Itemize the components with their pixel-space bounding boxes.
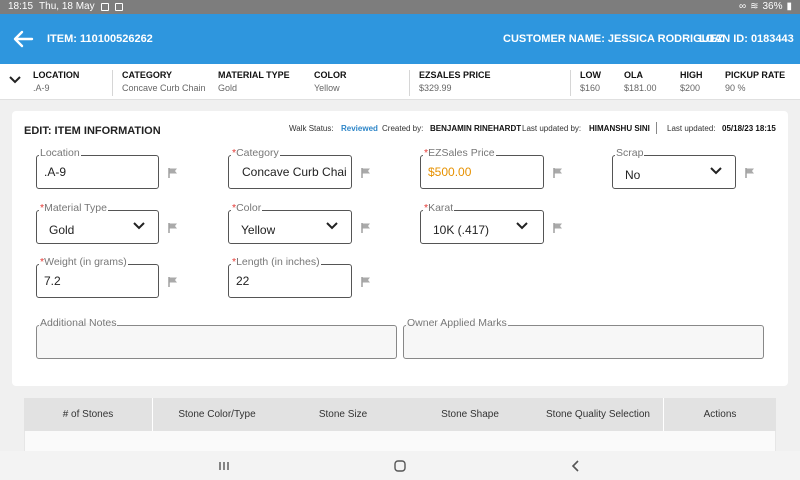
last-updated-label: Last updated: — [667, 124, 716, 133]
ezsales-price-field[interactable]: *EZSales Price $500.00 — [420, 147, 544, 189]
flag-icon[interactable] — [167, 222, 179, 234]
battery-icon: ▮ — [786, 1, 792, 12]
summary-material-type: MATERIAL TYPE Gold — [218, 70, 290, 93]
length-field[interactable]: *Length (in inches) 22 — [228, 256, 352, 298]
col-number-of-stones: # of Stones — [62, 409, 114, 420]
scrap-dropdown[interactable]: Scrap No — [612, 147, 736, 189]
flag-icon[interactable] — [360, 276, 372, 288]
created-by-label: Created by: — [382, 124, 424, 133]
customer-name: CUSTOMER NAME: JESSICA RODRIGUEZ — [503, 33, 724, 45]
card-title: EDIT: ITEM INFORMATION — [24, 125, 161, 137]
length-label: *Length (in inches) — [231, 256, 321, 268]
material-type-dropdown[interactable]: *Material Type Gold — [36, 202, 159, 244]
category-label: *Category — [231, 147, 280, 159]
updated-by-label: Last updated by: — [522, 124, 582, 133]
summary-location: LOCATION .A-9 — [33, 70, 80, 93]
chevron-down-icon — [710, 167, 722, 175]
ezsales-price-label: *EZSales Price — [423, 147, 496, 159]
status-date: Thu, 18 May — [39, 1, 95, 12]
category-value: Concave Curb Chai — [242, 165, 347, 179]
chevron-down-icon — [516, 222, 528, 230]
recent-apps-icon[interactable] — [216, 458, 232, 474]
location-label: Location — [39, 147, 81, 159]
color-label: *Color — [231, 202, 263, 214]
col-stone-quality: Stone Quality Selection — [546, 409, 650, 420]
karat-label: *Karat — [423, 202, 455, 214]
chevron-down-icon — [326, 222, 338, 230]
item-number: ITEM: 110100526262 — [47, 33, 153, 45]
flag-icon[interactable] — [360, 222, 372, 234]
walk-status-value: Reviewed — [341, 124, 378, 133]
color-dropdown[interactable]: *Color Yellow — [228, 202, 352, 244]
flag-icon[interactable] — [167, 276, 179, 288]
karat-dropdown[interactable]: *Karat 10K (.417) — [420, 202, 544, 244]
created-by-value: BENJAMIN RINEHARDT — [430, 124, 522, 133]
summary-ezsales-price: EZSALES PRICE $329.99 — [419, 70, 491, 93]
weight-label: *Weight (in grams) — [39, 256, 128, 268]
flag-icon[interactable] — [744, 167, 756, 179]
material-type-value: Gold — [49, 223, 75, 237]
home-icon[interactable] — [392, 458, 408, 474]
chevron-down-icon[interactable] — [8, 72, 22, 86]
ezsales-price-value: $500.00 — [428, 165, 472, 179]
system-status-bar: 18:15 Thu, 18 May ∞ ≋ 36% ▮ — [0, 0, 800, 14]
weight-value: 7.2 — [44, 274, 61, 288]
additional-notes-label: Additional Notes — [39, 317, 118, 329]
back-icon[interactable] — [568, 458, 584, 474]
category-field[interactable]: *Category Concave Curb Chai — [228, 147, 352, 189]
link-icon: ∞ — [738, 1, 747, 12]
owner-applied-marks-field[interactable]: Owner Applied Marks — [403, 317, 764, 359]
col-stone-shape: Stone Shape — [441, 409, 499, 420]
status-time: 18:15 — [8, 1, 34, 12]
notification-icon — [114, 2, 123, 11]
scrap-label: Scrap — [615, 147, 645, 159]
material-type-label: *Material Type — [39, 202, 108, 214]
flag-icon[interactable] — [552, 167, 564, 179]
loan-id: LOAN ID: 0183443 — [699, 33, 794, 45]
app-header: ITEM: 110100526262 CUSTOMER NAME: JESSIC… — [0, 14, 800, 64]
col-stone-color-type: Stone Color/Type — [178, 409, 256, 420]
additional-notes-field[interactable]: Additional Notes — [36, 317, 397, 359]
summary-high: HIGH $200 — [680, 70, 703, 93]
owner-applied-marks-label: Owner Applied Marks — [406, 317, 508, 329]
col-actions: Actions — [703, 409, 737, 420]
length-value: 22 — [236, 274, 250, 288]
battery-level: 36% — [762, 1, 783, 12]
flag-icon[interactable] — [552, 222, 564, 234]
updated-by-value: HIMANSHU SINI — [589, 124, 650, 133]
wifi-icon: ≋ — [750, 1, 759, 12]
flag-icon[interactable] — [167, 167, 179, 179]
item-summary-bar: LOCATION .A-9 CATEGORY Concave Curb Chain … — [0, 64, 800, 100]
back-arrow-icon[interactable] — [12, 28, 34, 50]
summary-category: CATEGORY Concave Curb Chain — [122, 70, 206, 93]
last-updated-value: 05/18/23 18:15 — [722, 124, 776, 133]
karat-value: 10K (.417) — [433, 223, 490, 237]
col-stone-size: Stone Size — [318, 409, 368, 420]
summary-low: LOW $160 — [580, 70, 601, 93]
weight-field[interactable]: *Weight (in grams) 7.2 — [36, 256, 159, 298]
location-value: .A-9 — [44, 165, 67, 179]
location-field[interactable]: Location .A-9 — [36, 147, 159, 189]
notification-icon — [100, 2, 109, 11]
item-information-card: EDIT: ITEM INFORMATION Walk Status: Revi… — [12, 111, 788, 386]
color-value: Yellow — [241, 223, 276, 237]
summary-color: COLOR Yellow — [314, 70, 347, 93]
stones-table-header: # of Stones Stone Color/Type Stone Size … — [24, 398, 776, 431]
chevron-down-icon — [133, 222, 145, 230]
summary-ola: OLA $181.00 — [624, 70, 657, 93]
scrap-value: No — [625, 168, 641, 182]
walk-status-label: Walk Status: — [289, 124, 334, 133]
system-navigation-bar — [0, 451, 800, 480]
summary-pickup-rate: PICKUP RATE 90 % — [725, 70, 786, 93]
stones-table-body — [24, 431, 776, 451]
flag-icon[interactable] — [360, 167, 372, 179]
